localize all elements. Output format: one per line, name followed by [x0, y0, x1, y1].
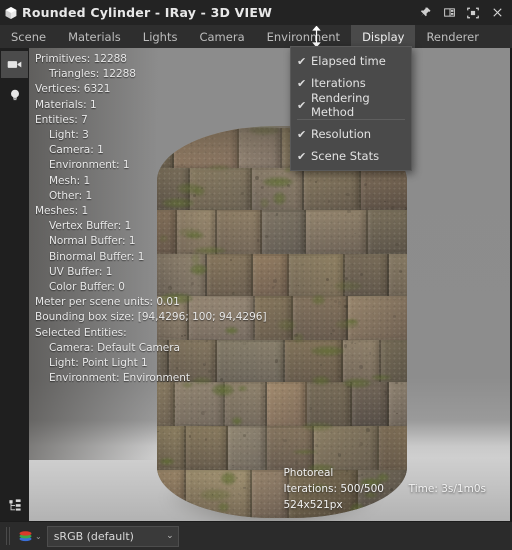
rendered-cylinder-object — [157, 126, 407, 518]
light-tool[interactable] — [1, 81, 28, 108]
color-stack-button[interactable]: ⌄ — [17, 528, 42, 544]
menu-item-label: Rendering Method — [311, 91, 370, 119]
window-title: Rounded Cylinder - IRay - 3D VIEW — [22, 5, 273, 20]
menu-item-label: Scene Stats — [311, 149, 380, 163]
panel-icon[interactable] — [438, 2, 460, 24]
tree-icon — [8, 498, 21, 511]
status-bar: ⌄ sRGB (default) ⌄ — [0, 521, 512, 550]
tab-scene[interactable]: Scene — [0, 25, 57, 48]
tab-camera[interactable]: Camera — [188, 25, 255, 48]
camera-icon — [7, 61, 22, 68]
check-icon: ✔ — [297, 149, 307, 163]
colorspace-dropdown[interactable]: sRGB (default) ⌄ — [46, 525, 179, 547]
tab-materials[interactable]: Materials — [57, 25, 132, 48]
scene-tree-tool[interactable] — [1, 491, 28, 518]
menu-separator — [297, 119, 405, 120]
check-icon: ✔ — [297, 54, 307, 68]
tab-lights[interactable]: Lights — [132, 25, 189, 48]
menu-item-label: Resolution — [311, 127, 372, 141]
close-icon[interactable] — [486, 2, 508, 24]
menu-item-label: Elapsed time — [311, 54, 386, 68]
surface-grain — [157, 126, 407, 518]
tab-renderer[interactable]: Renderer — [415, 25, 490, 48]
lightbulb-icon — [10, 89, 19, 100]
tab-bar: Scene Materials Lights Camera Environmen… — [0, 25, 512, 49]
check-icon: ✔ — [297, 76, 307, 90]
menu-item-label: Iterations — [311, 76, 366, 90]
camera-tool[interactable] — [1, 51, 28, 78]
colorspace-value: sRGB (default) — [53, 529, 134, 543]
menu-item-elapsed-time[interactable]: ✔ Elapsed time — [291, 50, 411, 72]
fit-icon[interactable] — [462, 2, 484, 24]
menu-item-scene-stats[interactable]: ✔ Scene Stats — [291, 145, 411, 167]
tab-environment[interactable]: Environment — [256, 25, 351, 48]
menu-item-rendering-method[interactable]: ✔ Rendering Method — [291, 91, 411, 119]
drag-handle[interactable] — [6, 527, 12, 545]
check-icon: ✔ — [297, 98, 307, 112]
color-stack-icon — [19, 531, 32, 542]
titlebar: Rounded Cylinder - IRay - 3D VIEW — [0, 0, 512, 25]
left-toolstrip — [0, 48, 30, 522]
menu-item-resolution[interactable]: ✔ Resolution — [291, 123, 411, 145]
tab-display[interactable]: Display — [351, 25, 416, 48]
chevron-down-icon: ⌄ — [166, 531, 174, 541]
chevron-down-icon: ⌄ — [35, 531, 42, 541]
3d-viewport[interactable]: Primitives: 12288 Triangles: 12288 Vertice… — [29, 48, 512, 522]
pin-icon[interactable] — [414, 2, 436, 24]
cube-icon — [0, 0, 22, 25]
display-dropdown-menu: ✔ Elapsed time ✔ Iterations ✔ Rendering … — [290, 46, 412, 171]
check-icon: ✔ — [297, 127, 307, 141]
window-controls — [414, 0, 508, 25]
iray-3d-view-window: Rounded Cylinder - IRay - 3D VIEW Scene … — [0, 0, 512, 550]
